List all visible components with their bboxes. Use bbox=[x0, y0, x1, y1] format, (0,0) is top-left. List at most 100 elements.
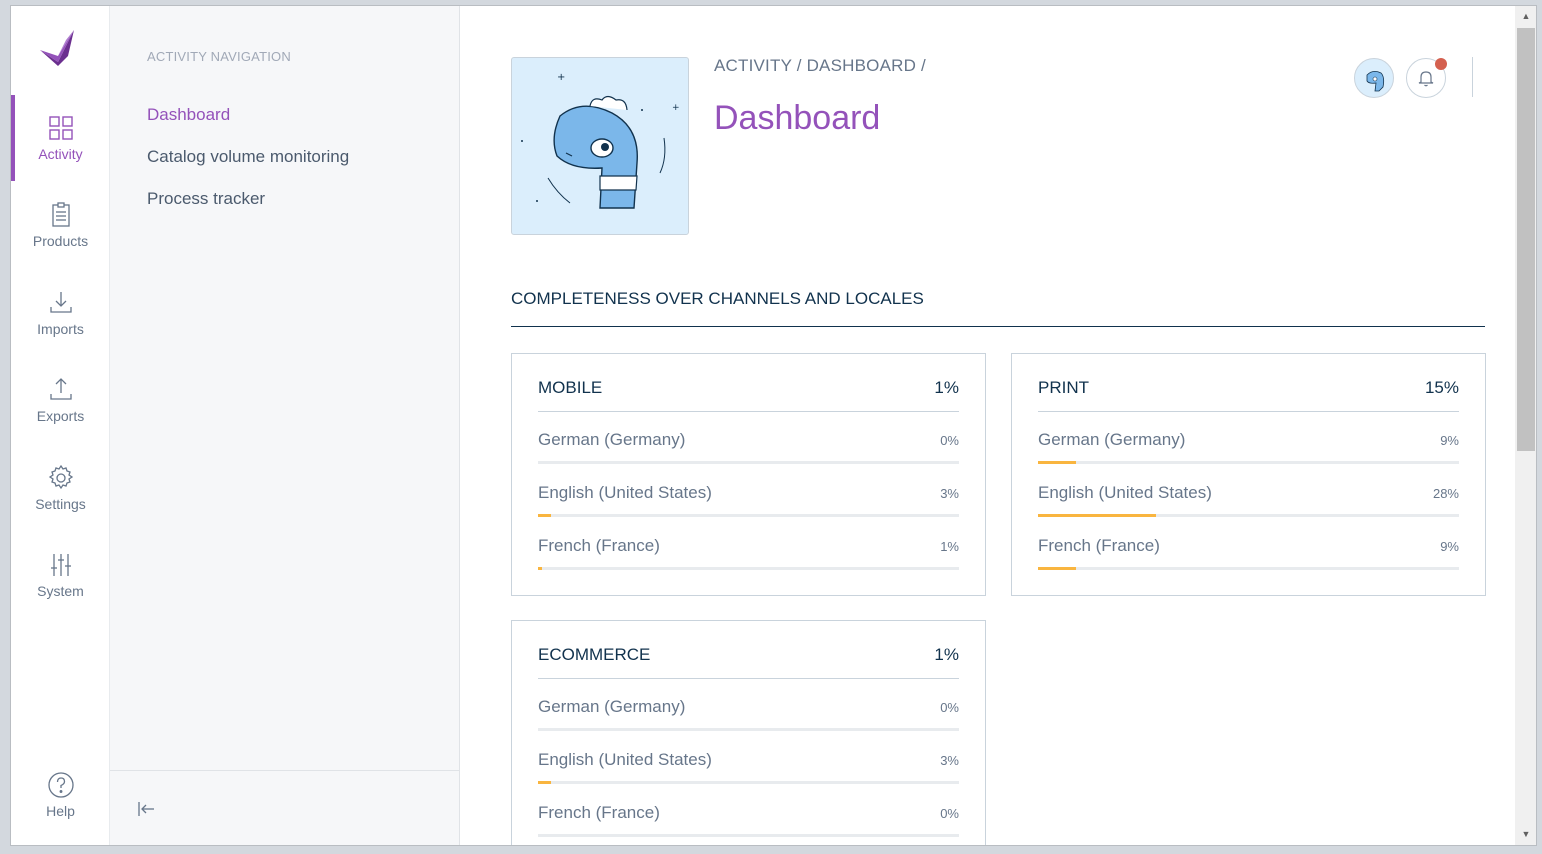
channel-percent: 1% bbox=[934, 377, 959, 397]
locale-name: French (France) bbox=[1038, 536, 1160, 555]
locale-name: French (France) bbox=[538, 536, 660, 555]
menu-label-imports: Imports bbox=[37, 321, 84, 337]
menu-item-activity[interactable]: Activity bbox=[11, 95, 110, 181]
menu-item-settings[interactable]: Settings bbox=[11, 445, 110, 531]
locale-row: French (France) 9% bbox=[1038, 518, 1459, 571]
locale-percent: 0% bbox=[940, 433, 959, 448]
locale-name: German (Germany) bbox=[1038, 430, 1186, 449]
header-divider bbox=[1472, 57, 1473, 97]
progress-bar bbox=[538, 514, 959, 517]
locale-name: German (Germany) bbox=[538, 697, 686, 716]
locale-percent: 0% bbox=[940, 700, 959, 715]
locale-percent: 3% bbox=[940, 753, 959, 768]
progress-fill bbox=[538, 781, 551, 784]
menu-item-exports[interactable]: Exports bbox=[11, 357, 110, 443]
gear-icon bbox=[48, 464, 73, 490]
collapse-panel-icon[interactable] bbox=[136, 799, 156, 819]
locale-percent: 28% bbox=[1432, 486, 1459, 501]
locale-percent: 9% bbox=[1440, 433, 1459, 448]
channel-card-print: PRINT 15% German (Germany) 9% English (Un… bbox=[1011, 353, 1486, 596]
scroll-down-arrow-icon[interactable]: ▼ bbox=[1515, 826, 1536, 842]
help-label: Help bbox=[46, 803, 75, 819]
vertical-scrollbar[interactable]: ▲ ▼ bbox=[1515, 6, 1536, 845]
channel-card-ecommerce: ECOMMERCE 1% German (Germany) 0% English … bbox=[511, 620, 986, 845]
locale-name: German (Germany) bbox=[538, 430, 686, 449]
channel-card-mobile: MOBILE 1% German (Germany) 0% English (Un… bbox=[511, 353, 986, 596]
progress-bar bbox=[538, 728, 959, 731]
progress-bar bbox=[1038, 461, 1459, 464]
locale-row: French (France) 0% bbox=[538, 785, 959, 838]
notifications-button[interactable] bbox=[1406, 58, 1447, 98]
subnav-footer bbox=[110, 770, 460, 845]
main-content: + + ACTIVITY / DASHBOARD / Dashboard COM… bbox=[460, 6, 1515, 845]
subnav-title: ACTIVITY NAVIGATION bbox=[147, 49, 291, 64]
subnav-item-catalog-volume-monitoring[interactable]: Catalog volume monitoring bbox=[147, 147, 349, 167]
locale-row: English (United States) 3% bbox=[538, 732, 959, 785]
app-window: Activity Products Imports Exports Settin… bbox=[10, 5, 1537, 846]
locale-percent: 1% bbox=[940, 539, 959, 554]
menu-item-system[interactable]: System bbox=[11, 532, 110, 618]
scroll-up-arrow-icon[interactable]: ▲ bbox=[1515, 8, 1536, 24]
import-download-icon bbox=[49, 292, 72, 313]
locale-name: French (France) bbox=[538, 803, 660, 822]
menu-item-products[interactable]: Products bbox=[11, 182, 110, 268]
progress-fill bbox=[1038, 514, 1156, 517]
main-menu: Activity Products Imports Exports Settin… bbox=[11, 6, 110, 845]
channel-percent: 1% bbox=[934, 644, 959, 664]
locale-percent: 3% bbox=[940, 486, 959, 501]
progress-bar bbox=[538, 834, 959, 837]
menu-label-system: System bbox=[37, 583, 84, 599]
locale-name: English (United States) bbox=[538, 483, 712, 502]
progress-bar bbox=[1038, 567, 1459, 570]
sliders-icon bbox=[50, 554, 71, 576]
subnav-item-process-tracker[interactable]: Process tracker bbox=[147, 189, 265, 209]
completeness-section-title: COMPLETENESS OVER CHANNELS AND LOCALES bbox=[511, 289, 1485, 327]
menu-label-settings: Settings bbox=[35, 496, 86, 512]
question-circle-icon bbox=[47, 772, 74, 798]
clipboard-list-icon bbox=[51, 202, 70, 227]
progress-fill bbox=[538, 567, 543, 570]
menu-label-exports: Exports bbox=[36, 408, 85, 424]
locale-row: German (Germany) 0% bbox=[538, 679, 959, 732]
locale-row: German (Germany) 9% bbox=[1038, 412, 1459, 465]
scroll-thumb[interactable] bbox=[1517, 28, 1535, 451]
progress-bar bbox=[538, 567, 959, 570]
locale-row: English (United States) 3% bbox=[538, 465, 959, 518]
avatar-mascot-icon bbox=[1366, 71, 1385, 92]
channel-header: MOBILE 1% bbox=[538, 354, 959, 412]
channel-header: ECOMMERCE 1% bbox=[538, 621, 959, 679]
progress-fill bbox=[1038, 461, 1076, 464]
locale-row: French (France) 1% bbox=[538, 518, 959, 571]
menu-label-products: Products bbox=[32, 233, 89, 249]
activity-navigation-panel: ACTIVITY NAVIGATION Dashboard Catalog vo… bbox=[110, 6, 460, 845]
page-title: Dashboard bbox=[714, 99, 881, 137]
svg-text:+: + bbox=[557, 72, 565, 83]
channel-header: PRINT 15% bbox=[1038, 354, 1459, 412]
dragon-mascot-icon: + + bbox=[521, 72, 680, 209]
bell-icon bbox=[1418, 71, 1434, 87]
progress-bar bbox=[538, 781, 959, 784]
locale-row: German (Germany) 0% bbox=[538, 412, 959, 465]
channel-name: ECOMMERCE bbox=[538, 644, 651, 664]
progress-bar bbox=[1038, 514, 1459, 517]
akeneo-logo[interactable] bbox=[36, 26, 81, 71]
menu-label-activity: Activity bbox=[38, 146, 83, 162]
user-avatar[interactable] bbox=[1354, 58, 1394, 98]
channel-name: PRINT bbox=[1038, 377, 1089, 397]
locale-row: English (United States) 28% bbox=[1038, 465, 1459, 518]
locale-name: English (United States) bbox=[1038, 483, 1212, 502]
channel-name: MOBILE bbox=[538, 377, 603, 397]
breadcrumb[interactable]: ACTIVITY / DASHBOARD / bbox=[714, 56, 926, 76]
notification-badge bbox=[1435, 58, 1447, 70]
svg-text:+: + bbox=[672, 103, 680, 113]
export-upload-icon bbox=[49, 378, 72, 400]
locale-percent: 0% bbox=[940, 806, 959, 821]
progress-fill bbox=[538, 514, 551, 517]
channel-percent: 15% bbox=[1424, 377, 1459, 397]
progress-fill bbox=[1038, 567, 1076, 570]
locale-percent: 9% bbox=[1440, 539, 1459, 554]
menu-item-imports[interactable]: Imports bbox=[11, 270, 110, 356]
help-button[interactable]: Help bbox=[11, 771, 110, 831]
dashboard-grid-icon bbox=[48, 116, 73, 140]
subnav-item-dashboard[interactable]: Dashboard bbox=[147, 105, 230, 125]
